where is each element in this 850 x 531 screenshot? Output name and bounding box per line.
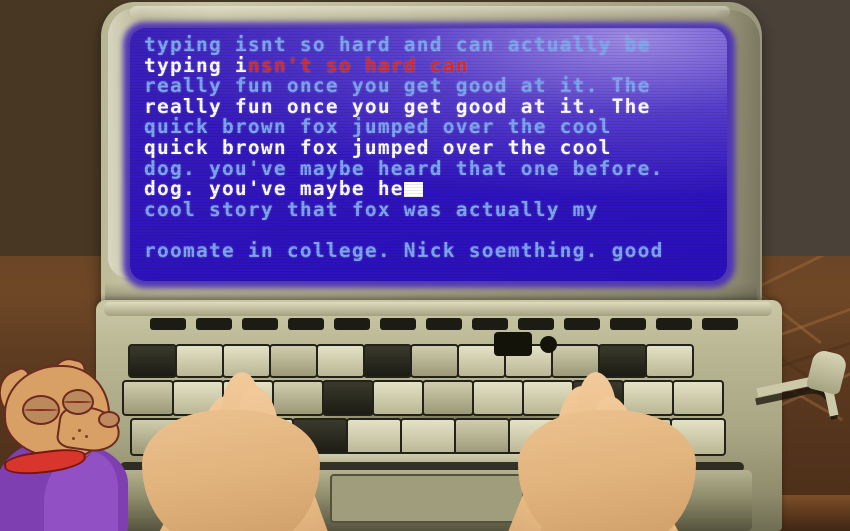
text-cursor (403, 182, 423, 198)
typing-tutor-text: typing isnt so hard and can actually be t… (144, 33, 721, 262)
terminal-line: dog. you've maybe he (144, 177, 721, 201)
left-hand (120, 268, 350, 531)
palm (518, 410, 696, 531)
dog-character (0, 354, 150, 531)
keyboard-key[interactable] (410, 344, 459, 378)
keyboard-slot[interactable] (426, 318, 462, 330)
right-hand (488, 268, 718, 531)
laptop-lid-top-highlight (130, 6, 730, 18)
terminal-line: dog. you've maybe heard that one before. (144, 156, 721, 180)
terminal-line: typing isnt so hard and can actually be (144, 33, 721, 56)
dog-eyelid-left (24, 409, 58, 411)
laptop-screen[interactable]: typing isnt so hard and can actually be t… (130, 28, 727, 281)
terminal-text-span: typing isnt so hard and can actually be (144, 33, 651, 56)
keyboard-key[interactable] (346, 418, 402, 456)
terminal-line: really fun once you get good at it. The (144, 74, 721, 98)
keyboard-key[interactable] (372, 380, 424, 416)
dog-freckle (78, 429, 81, 432)
keyboard-key[interactable] (422, 380, 474, 416)
terminal-line: quick brown fox jumped over the cool (144, 117, 721, 138)
terminal-text-span: dog. you've maybe he (144, 177, 404, 201)
terminal-line: roomate in college. Nick soemthing. good (144, 238, 721, 262)
keyboard-key[interactable] (363, 344, 412, 378)
terminal-text-span: cool story that fox was actually my (144, 197, 599, 221)
terminal-text-span: quick brown fox jumped over the cool (144, 135, 612, 159)
keyboard-key[interactable] (400, 418, 456, 456)
dog-eyelid-right (63, 401, 92, 403)
dog-nose (98, 411, 120, 428)
keyboard-slot[interactable] (380, 318, 416, 330)
terminal-line: quick brown fox jumped over the cool (144, 135, 721, 159)
dog-freckle (85, 435, 88, 438)
dog-freckle (72, 437, 75, 440)
terminal-text-span: quick brown fox jumped over the cool (144, 115, 612, 139)
palm (142, 410, 320, 531)
terminal-text-span: roomate in college. Nick soemthing. good (144, 238, 664, 262)
scene-root: typing isnt so hard and can actually be t… (0, 0, 850, 531)
terminal-text-span: dog. you've maybe heard that one before. (144, 156, 664, 180)
terminal-text-span: really fun once you get good at it. The (144, 74, 651, 98)
terminal-line: cool story that fox was actually my (144, 197, 721, 221)
